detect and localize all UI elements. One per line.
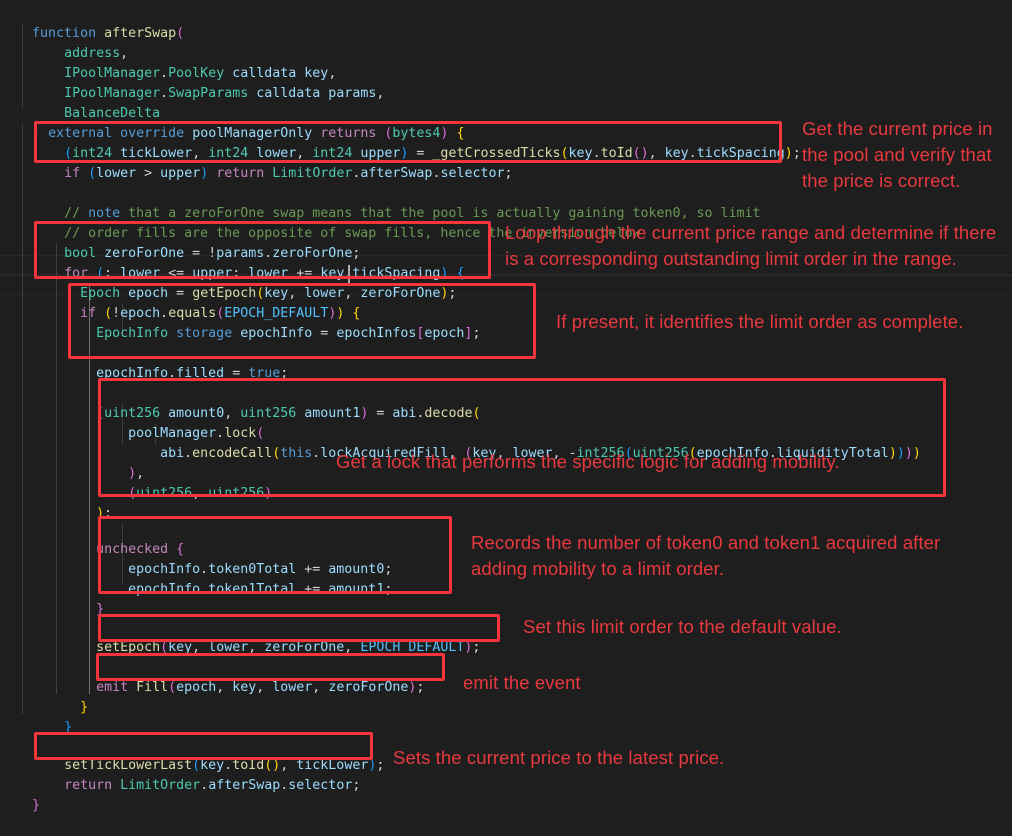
code-line[interactable]: (int24 tickLower, int24 lower, int24 upp… [0, 124, 801, 161]
code-line[interactable]: (uint256 amount0, uint256 amount1) = abi… [0, 384, 480, 421]
code-line[interactable]: BalanceDelta [0, 84, 160, 121]
code-line[interactable]: emit Fill(epoch, key, lower, zeroForOne)… [0, 658, 424, 695]
annotation-text-emit-event: emit the event [463, 672, 581, 693]
code-line[interactable]: bool zeroForOne = !params.zeroForOne; [0, 224, 360, 261]
code-line[interactable]: IPoolManager.PoolKey calldata key, [0, 44, 336, 81]
annotation-text-records-tokens: Records the number of token0 and token1 … [471, 532, 941, 579]
code-line[interactable]: epochInfo.token1Total += amount1; [0, 560, 392, 597]
annotation-text-set-latest-price: Sets the current price to the latest pri… [393, 747, 725, 768]
code-line[interactable]: setTickLowerLast(key.toId(), tickLower); [0, 736, 384, 773]
code-line[interactable]: function afterSwap( [0, 4, 184, 41]
code-line[interactable]: poolManager.lock( [0, 404, 264, 441]
annotation-text-identifies-limit-order: If present, it identifies the limit orde… [556, 311, 964, 332]
code-line[interactable]: } [0, 580, 104, 617]
annotation-text-set-default-epoch: Set this limit order to the default valu… [523, 616, 842, 637]
code-line[interactable]: } [0, 678, 88, 715]
code-line[interactable]: return LimitOrder.afterSwap.selector; [0, 756, 360, 793]
code-line[interactable]: unchecked { [0, 520, 184, 557]
code-line[interactable]: for (; lower <= upper; lower += key.tick… [0, 244, 464, 281]
annotation-text-get-current-price: Get the current price in the pool and ve… [802, 118, 993, 191]
code-line[interactable]: epochInfo.filled = true; [0, 344, 288, 381]
code-line[interactable]: ); [0, 484, 112, 521]
code-line[interactable]: abi.encodeCall(this.lockAcquiredFill, (k… [0, 424, 921, 461]
code-line[interactable]: (uint256, uint256) [0, 464, 272, 501]
code-line[interactable]: IPoolManager.SwapParams calldata params, [0, 64, 384, 101]
code-line[interactable]: ) external override poolManagerOnly retu… [0, 104, 464, 141]
code-line[interactable]: ), [0, 444, 144, 481]
code-line[interactable]: EpochInfo storage epochInfo = epochInfos… [0, 304, 480, 341]
code-line[interactable]: address, [0, 24, 128, 61]
code-line[interactable]: Epoch epoch = getEpoch(key, lower, zeroF… [0, 264, 456, 301]
annotation-text-get-lock: Get a lock that performs the specific lo… [336, 451, 840, 472]
code-editor[interactable]: function afterSwap( address, IPoolManage… [0, 0, 1012, 813]
annotation-text-loop-price-range: Loop through the current price range and… [505, 222, 997, 269]
code-line[interactable]: setEpoch(key, lower, zeroForOne, EPOCH_D… [0, 618, 480, 655]
code-line[interactable]: } [0, 776, 40, 813]
code-line[interactable]: epochInfo.token0Total += amount0; [0, 540, 392, 577]
code-line[interactable]: if (!epoch.equals(EPOCH_DEFAULT)) { [0, 284, 360, 321]
text-caret [348, 265, 350, 283]
code-line[interactable]: // note that a zeroForOne swap means tha… [0, 184, 761, 221]
code-line[interactable]: if (lower > upper) return LimitOrder.aft… [0, 144, 512, 181]
code-line[interactable]: } [0, 698, 72, 735]
